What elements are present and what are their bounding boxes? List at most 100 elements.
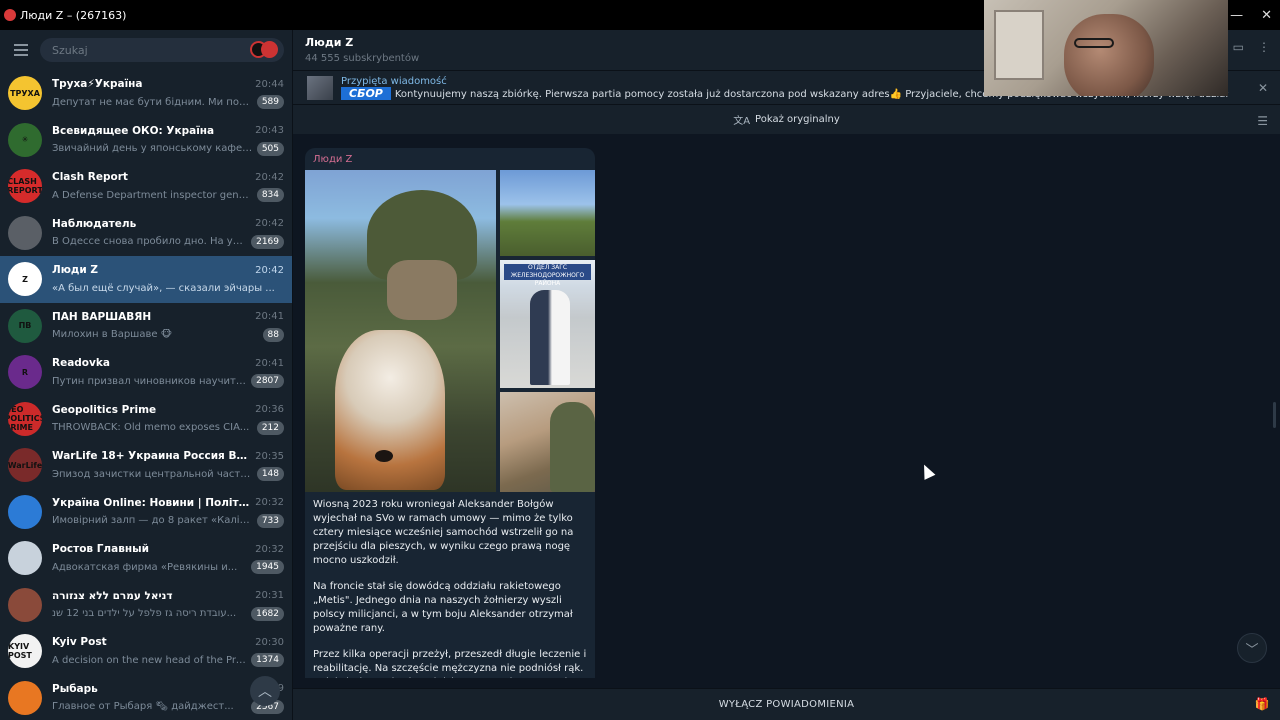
unread-badge: 733 (256, 513, 284, 528)
chat-name: Рыбарь (52, 682, 98, 695)
zags-sign: ОТДЕЛ ЗАГС ЖЕЛЕЗНОДОРОЖНОГО РАЙОНА (504, 264, 591, 287)
photo-bicycle[interactable] (500, 170, 595, 256)
chat-avatar: WarLife (8, 448, 42, 483)
chat-preview: Ймовірний залп — до 8 ракет «Калібр». ..… (52, 515, 253, 527)
chat-time: 20:41 (255, 357, 284, 369)
chat-top-row: Readovka 20:41 (52, 355, 284, 372)
photo-soldier-with-dog[interactable] (305, 170, 496, 492)
chat-body: Всевидящее ОКО: Україна 20:43 Звичайний де… (52, 122, 284, 157)
translate-settings-icon[interactable]: ☰ (1257, 114, 1268, 128)
unread-badge: 2169 (251, 234, 284, 249)
mouse-cursor (918, 462, 936, 480)
chat-name: ПАН ВАРШАВЯН (52, 310, 152, 323)
mute-label: WYŁĄCZ POWIADOMIENIA (718, 699, 855, 710)
gift-icon[interactable]: 🎁 (1255, 697, 1270, 711)
chat-time: 20:31 (255, 590, 284, 602)
chat-preview: Путин призвал чиновников научиться... (52, 375, 248, 387)
unpin-icon[interactable]: ✕ (1258, 81, 1268, 95)
more-options-icon[interactable]: ⋮ (1258, 40, 1270, 54)
chat-preview: Депутат не має бути бідним. Ми повинн... (52, 96, 253, 108)
post-text: Wiosną 2023 roku wroniegał Aleksander Bo… (305, 492, 595, 678)
close-icon[interactable]: ✕ (1261, 8, 1272, 23)
unread-badge: 834 (256, 188, 284, 203)
translate-bar[interactable]: 文A Pokaż oryginalny ☰ (293, 104, 1280, 134)
mute-notifications-button[interactable]: WYŁĄCZ POWIADOMIENIA 🎁 (293, 688, 1280, 720)
chat-body: דניאל עמרם ללא צנזורה 20:31 עובדת ריסה גז … (52, 587, 284, 622)
photo-couple-zags[interactable]: ОТДЕЛ ЗАГС ЖЕЛЕЗНОДОРОЖНОГО РАЙОНА (500, 260, 595, 388)
chat-preview: Милохин в Варшаве 🐵 (52, 329, 173, 341)
chat-item[interactable]: CLASH REPORT Clash Report 20:42 A Defense D… (0, 163, 292, 210)
sidebar-toggle-icon[interactable]: ▭ (1233, 40, 1244, 54)
window-title: Люди Z – (267163) (20, 8, 127, 22)
webcam-background-door (994, 10, 1044, 80)
search-input[interactable]: Szukaj (40, 38, 284, 62)
unread-badge: 148 (256, 467, 284, 482)
chat-avatar: ✳ (8, 122, 42, 157)
chat-item[interactable]: Ростов Главный 20:32 Адвокатская фирма «Ре… (0, 535, 292, 582)
chat-bottom-row: Путин призвал чиновников научиться... 280… (52, 373, 284, 390)
chat-item[interactable]: KYIV POST Kyiv Post 20:30 A decision on the… (0, 628, 292, 675)
post-author[interactable]: Люди Z (305, 148, 595, 170)
chat-body: Люди Z 20:42 «А был ещё случай», — сказали… (52, 262, 284, 297)
chat-item[interactable]: ✳ Всевидящее ОКО: Україна 20:43 Звичайний д… (0, 117, 292, 164)
chat-item[interactable]: Україна Online: Новини | Політика 20:32 Йм… (0, 489, 292, 536)
chat-name: דניאל עמרם ללא צנזורה (52, 589, 173, 602)
chat-bottom-row: Эпизод зачистки центральной части Ку... 1… (52, 466, 284, 483)
chat-body: Україна Online: Новини | Політика 20:32 Йм… (52, 494, 284, 529)
chat-item[interactable]: Рыбарь20:29Главное от Рыбаря 🗞 дайджест.… (0, 675, 292, 720)
story-avatar-icon[interactable] (250, 41, 278, 59)
chat-top-row: ПАН ВАРШАВЯН 20:41 (52, 308, 284, 325)
chat-bottom-row: Милохин в Варшаве 🐵 88 (52, 326, 284, 343)
chat-preview: עובדת ריסה גז פלפל על ילדים בני 12 שנ... (52, 608, 237, 620)
scroll-up-button[interactable]: ︿ (250, 676, 280, 706)
chat-name: Geopolitics Prime (52, 403, 157, 416)
post-media-album: ОТДЕЛ ЗАГС ЖЕЛЕЗНОДОРОЖНОГО РАЙОНА (305, 170, 595, 492)
chat-name: Readovka (52, 357, 110, 370)
chat-avatar (8, 541, 42, 576)
webcam-glasses (1074, 38, 1114, 48)
chat-avatar (8, 587, 42, 622)
chat-item[interactable]: R Readovka 20:41 Путин призвал чиновников н… (0, 349, 292, 396)
header-actions: ▭ ⋮ (1233, 40, 1270, 54)
chat-item[interactable]: דניאל עמרם ללא צנזורה 20:31 עובדת ריסה גז … (0, 582, 292, 629)
unread-badge: 212 (256, 420, 284, 435)
chat-avatar: ПВ (8, 308, 42, 343)
unread-badge: 1945 (251, 560, 284, 575)
chat-item[interactable]: Z Люди Z 20:42 «А был ещё случай», — сказал… (0, 256, 292, 303)
chat-bottom-row: Адвокатская фирма «Ревякины и... 1945 (52, 559, 284, 576)
chat-time: 20:42 (255, 264, 284, 276)
channel-post: Люди Z ОТДЕЛ ЗАГС ЖЕЛЕЗНОДОРОЖНОГО РАЙОН… (305, 148, 595, 678)
chat-body: Рыбарь20:29Главное от Рыбаря 🗞 дайджест.… (52, 680, 284, 715)
minimize-icon[interactable]: — (1230, 8, 1243, 23)
chat-avatar (8, 215, 42, 250)
jump-to-bottom-button[interactable]: ﹀ (1237, 633, 1267, 663)
chat-avatar: CLASH REPORT (8, 169, 42, 204)
chat-avatar: KYIV POST (8, 634, 42, 669)
photo-dog (335, 330, 445, 490)
chat-bottom-row: A decision on the new head of the Presi.… (52, 652, 284, 669)
chat-time: 20:32 (255, 543, 284, 555)
post-paragraph-1: Wiosną 2023 roku wroniegał Aleksander Bo… (313, 499, 574, 566)
chat-body: Труха⚡Україна 20:44 Депутат не має бути бі… (52, 76, 284, 111)
photo-workshop[interactable] (500, 392, 595, 492)
chat-item[interactable]: GEO POLITICS PRIME Geopolitics Prime 20:36… (0, 396, 292, 443)
chat-item[interactable]: ТРУХА Труха⚡Україна 20:44 Депутат не має бу… (0, 70, 292, 117)
photo-worker (550, 402, 595, 492)
chat-bottom-row: עובדת ריסה גז פלפל על ילדים בני 12 שנ...… (52, 605, 284, 622)
search-placeholder: Szukaj (52, 43, 88, 57)
chat-body: Geopolitics Prime 20:36 THROWBACK: Old mem… (52, 401, 284, 436)
unread-badge: 1682 (251, 606, 284, 621)
chat-time: 20:35 (255, 450, 284, 462)
chat-bottom-row: THROWBACK: Old memo exposes CIA... 212 (52, 419, 284, 436)
post-paragraph-2: Na froncie stał się dowódcą oddziału rak… (313, 581, 573, 634)
chat-item[interactable]: ПВ ПАН ВАРШАВЯН 20:41 Милохин в Варшаве 🐵 88 (0, 303, 292, 350)
chat-name: Україна Online: Новини | Політика (52, 496, 252, 509)
photo-dog-nose (375, 450, 393, 462)
photo-face (387, 260, 457, 320)
chat-avatar (8, 680, 42, 715)
chat-item[interactable]: WarLife WarLife 18+ Украина Россия Война … (0, 442, 292, 489)
chat-scrollbar[interactable] (1273, 402, 1276, 428)
hamburger-menu-icon[interactable] (8, 38, 32, 62)
chat-top-row: Труха⚡Україна 20:44 (52, 76, 284, 93)
chat-item[interactable]: Наблюдатель 20:42 В Одессе снова пробило д… (0, 210, 292, 257)
